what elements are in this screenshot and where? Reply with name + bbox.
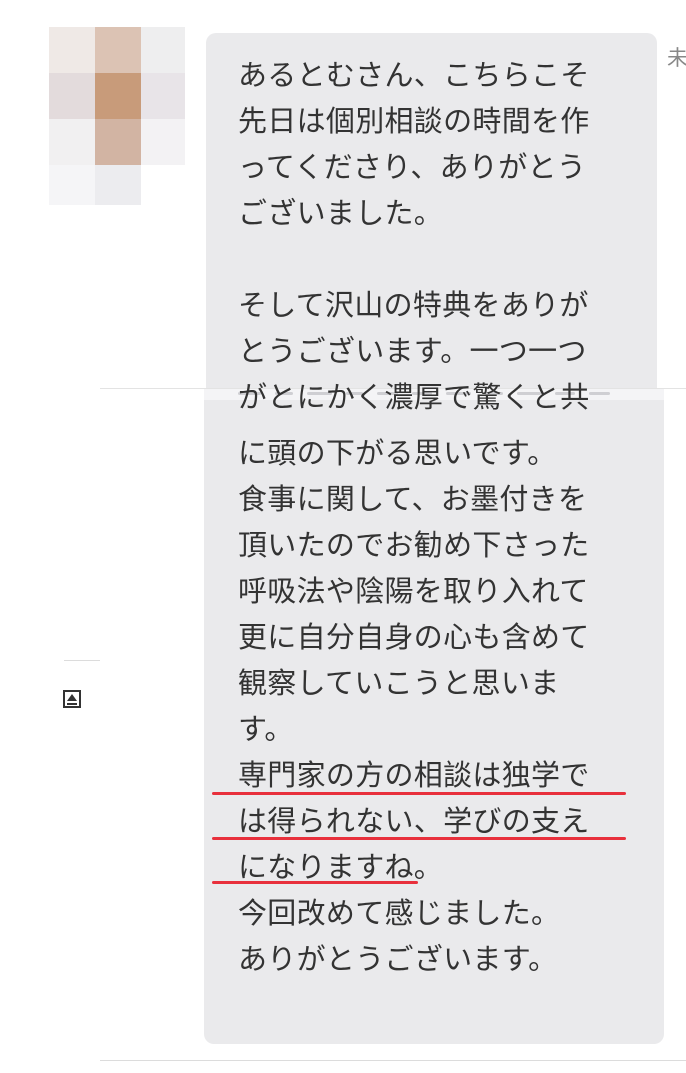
- message-text: あるとむさん、こちらこそ 先日は個別相談の時間を作 ってくださり、ありがとう ご…: [238, 58, 590, 414]
- message-timestamp: 未: [667, 46, 686, 70]
- divider: [100, 1060, 686, 1061]
- highlight-underline: [212, 881, 418, 884]
- avatar[interactable]: [49, 27, 185, 205]
- divider: [64, 660, 100, 661]
- scroll-to-top-icon[interactable]: [62, 688, 84, 710]
- message-text-continued: に頭の下がる思いです。 食事に関して、お墨付きを 頂いたのでお勧め下さった 呼吸…: [238, 436, 590, 976]
- highlight-underline: [212, 837, 626, 840]
- highlight-underline: [212, 792, 626, 795]
